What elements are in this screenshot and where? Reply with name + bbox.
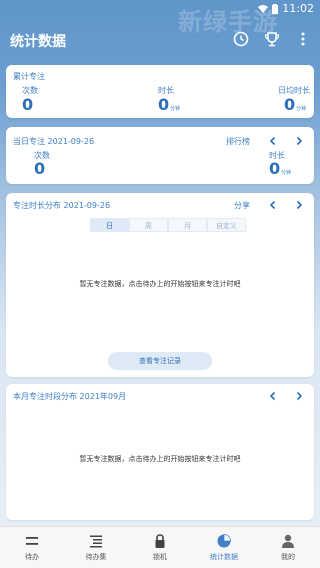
- monthly-empty-text: 暂无专注数据，点击待办上的开始按钮来专注计时吧: [79, 455, 241, 463]
- view-records-button[interactable]: 查看专注记录: [108, 352, 212, 370]
- tab-profile[interactable]: 我的: [256, 527, 320, 568]
- chevron-left-icon[interactable]: [268, 136, 278, 146]
- share-link[interactable]: 分享: [234, 200, 250, 211]
- tab-label: 锁机: [153, 553, 167, 561]
- bottom-tab-bar: 待办 待办集 锁机 统计数据 我的: [0, 526, 320, 568]
- segment-week[interactable]: 周: [129, 218, 168, 232]
- today-focus-title: 当日专注 2021-09-26: [13, 137, 95, 146]
- tab-label: 我的: [281, 553, 295, 561]
- tab-todo-set[interactable]: 待办集: [64, 527, 128, 568]
- app-bar: 统计数据: [0, 22, 320, 56]
- chevron-left-icon[interactable]: [268, 391, 278, 401]
- status-bar: 新绿手游 11:02: [0, 0, 320, 36]
- count-value: 0: [22, 95, 34, 114]
- lock-icon: [155, 534, 165, 548]
- tab-label: 待办集: [85, 553, 107, 561]
- today-duration-value: 0分钟: [269, 159, 292, 178]
- tab-lock[interactable]: 锁机: [128, 527, 192, 568]
- todo-set-icon: [90, 535, 102, 548]
- distribution-title: 专注时长分布 2021-09-26: [13, 201, 111, 210]
- pie-chart-icon: [217, 534, 231, 548]
- tab-statistics[interactable]: 统计数据: [192, 527, 256, 568]
- page-title: 统计数据: [10, 34, 66, 50]
- daily-average-value: 0分钟: [284, 95, 307, 114]
- person-icon: [282, 534, 294, 548]
- today-count-value: 0: [34, 159, 46, 178]
- chevron-right-icon[interactable]: [294, 200, 304, 210]
- todo-icon: [26, 537, 38, 545]
- tab-label: 统计数据: [210, 553, 238, 561]
- chevron-left-icon[interactable]: [268, 200, 278, 210]
- monthly-title: 本月专注时段分布 2021年09月: [13, 392, 127, 401]
- segment-custom[interactable]: 自定义: [207, 218, 246, 232]
- segment-month[interactable]: 月: [168, 218, 207, 232]
- wifi-icon: [258, 5, 269, 13]
- more-icon[interactable]: [294, 30, 312, 48]
- today-focus-card: 当日专注 2021-09-26 排行榜 次数 0 时长 0分钟: [6, 127, 314, 184]
- chevron-right-icon[interactable]: [294, 136, 304, 146]
- tab-label: 待办: [25, 553, 39, 561]
- tab-todo[interactable]: 待办: [0, 527, 64, 568]
- duration-value: 0分钟: [158, 95, 181, 114]
- total-focus-card: 累计专注 次数 0 时长 0分钟 日均时长 0分钟: [6, 65, 314, 118]
- monthly-distribution-card: 本月专注时段分布 2021年09月 暂无专注数据，点击待办上的开始按钮来专注计时…: [6, 384, 314, 520]
- distribution-empty-text: 暂无专注数据，点击待办上的开始按钮来专注计时吧: [79, 280, 241, 288]
- trophy-icon[interactable]: [263, 30, 281, 48]
- segment-day[interactable]: 日: [90, 218, 129, 232]
- focus-distribution-card: 专注时长分布 2021-09-26 分享 日 周 月 自定义 暂无专注数据，点击…: [6, 193, 314, 377]
- battery-icon: [272, 3, 279, 14]
- status-time: 11:02: [282, 2, 314, 15]
- chevron-right-icon[interactable]: [294, 391, 304, 401]
- clock-icon[interactable]: [232, 30, 250, 48]
- leaderboard-link[interactable]: 排行榜: [226, 136, 250, 147]
- total-focus-title: 累计专注: [13, 72, 45, 81]
- period-segmented-control: 日 周 月 自定义: [90, 218, 246, 232]
